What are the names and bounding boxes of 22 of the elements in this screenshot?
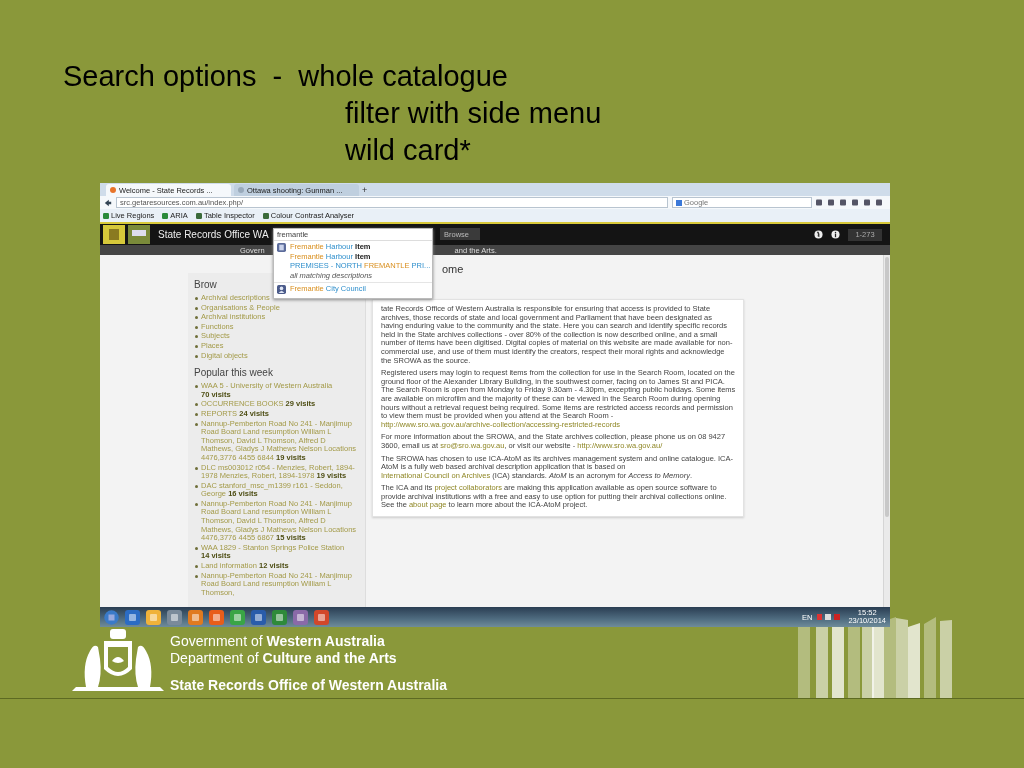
back-icon[interactable] bbox=[104, 198, 112, 207]
sidebar-heading: Brow bbox=[194, 279, 217, 290]
slide-title: filter with side menu bbox=[345, 96, 602, 131]
organisation-name: Government of Western Australia bbox=[170, 633, 385, 650]
page-heading: ome bbox=[442, 263, 465, 275]
scrollbar-thumb[interactable] bbox=[885, 257, 889, 517]
slide-title: wild card* bbox=[345, 133, 471, 168]
organisation-name: Department of Culture and the Arts bbox=[170, 650, 397, 667]
bookmark-icon bbox=[162, 212, 169, 219]
page-icon bbox=[110, 187, 116, 193]
person-icon bbox=[277, 285, 286, 295]
bookmark-icon bbox=[262, 212, 269, 219]
google-icon bbox=[676, 199, 682, 206]
organisation-title: State Records Office of Western Australia bbox=[170, 677, 447, 693]
info-icon[interactable] bbox=[831, 230, 840, 239]
bookmark-icon bbox=[103, 212, 109, 219]
new-tab-button[interactable]: + bbox=[362, 185, 368, 196]
sidebar-heading: Popular this week bbox=[194, 367, 273, 379]
site-title: State Records Office WA bbox=[158, 229, 269, 240]
page-icon bbox=[238, 187, 244, 193]
slide-title: Search options - whole catalogue bbox=[63, 59, 508, 94]
bookmark-icon bbox=[195, 212, 202, 219]
